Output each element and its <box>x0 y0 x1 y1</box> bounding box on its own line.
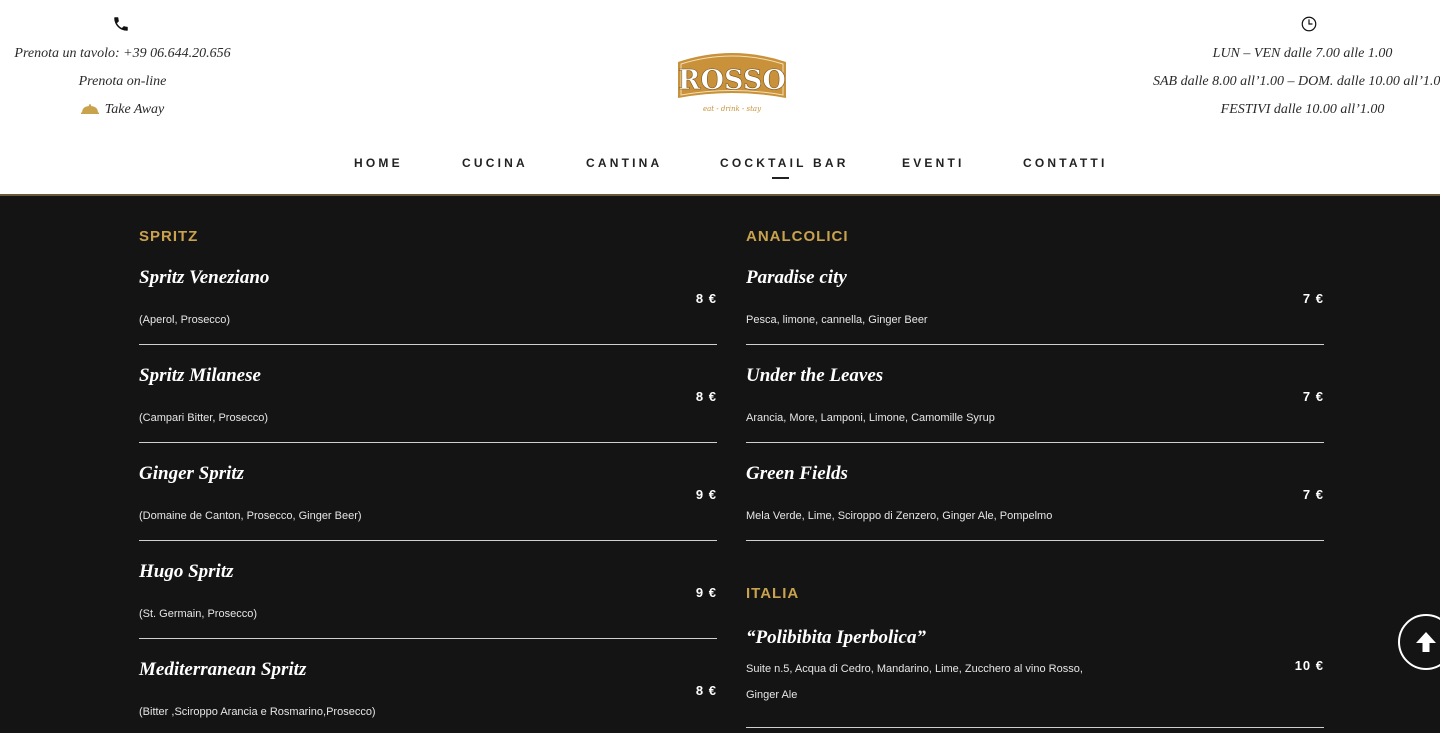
item-name: Spritz Milanese <box>139 365 261 386</box>
nav-home[interactable]: HOME <box>354 156 403 170</box>
item-description: (Campari Bitter, Prosecco) <box>139 412 268 424</box>
hours-holidays: FESTIVI dalle 10.00 all’1.00 <box>1220 102 1385 117</box>
hours-weekend: SAB dalle 8.00 all’1.00 – DOM. dalle 10.… <box>1153 74 1440 89</box>
menu-item: Spritz Veneziano (Aperol, Prosecco) 8 € <box>139 247 717 345</box>
section-title-italia: ITALIA <box>746 585 800 602</box>
takeaway-icon <box>80 104 99 114</box>
phone-reservation-link[interactable]: Prenota un tavolo: +39 06.644.20.656 <box>0 46 245 62</box>
nav-cucina[interactable]: CUCINA <box>462 156 528 170</box>
item-description: (Domaine de Canton, Prosecco, Ginger Bee… <box>139 510 362 522</box>
item-price: 7 € <box>1302 487 1324 502</box>
menu-item: Under the Leaves Arancia, More, Lamponi,… <box>746 345 1324 443</box>
item-description-line-1: Suite n.5, Acqua di Cedro, Mandarino, Li… <box>746 663 1083 675</box>
item-price: 9 € <box>695 487 717 502</box>
item-price: 8 € <box>695 389 717 404</box>
takeaway-label: Take Away <box>104 102 165 117</box>
phone-icon <box>114 17 128 31</box>
item-description: Mela Verde, Lime, Sciroppo di Zenzero, G… <box>746 510 1053 522</box>
item-name: Paradise city <box>746 267 847 288</box>
hours-weekdays: LUN – VEN dalle 7.00 alle 1.00 <box>1212 46 1393 61</box>
menu-item: Mediterranean Spritz (Bitter ,Sciroppo A… <box>139 639 717 733</box>
item-description: Pesca, limone, cannella, Ginger Beer <box>746 314 928 326</box>
menu-item: “Polibibita Iperbolica” Suite n.5, Acqua… <box>746 608 1324 728</box>
item-name: Ginger Spritz <box>139 463 245 484</box>
item-price: 9 € <box>695 585 717 600</box>
item-price: 7 € <box>1302 389 1324 404</box>
menu-item: Spritz Milanese (Campari Bitter, Prosecc… <box>139 345 717 443</box>
takeaway-link[interactable]: Take Away <box>0 102 245 118</box>
svg-text:ROSSO: ROSSO <box>678 65 786 96</box>
item-price: 10 € <box>1294 658 1324 673</box>
scroll-to-top-button[interactable] <box>1398 614 1440 670</box>
item-description-line-2: Ginger Ale <box>746 689 798 701</box>
online-reservation-link[interactable]: Prenota on-line <box>0 74 245 90</box>
active-nav-indicator <box>772 177 789 179</box>
item-name: Under the Leaves <box>746 365 884 386</box>
menu-item: Ginger Spritz (Domaine de Canton, Prosec… <box>139 443 717 541</box>
main-nav: HOME CUCINA CANTINA COCKTAIL BAR EVENTI … <box>0 156 1440 178</box>
menu-item: Paradise city Pesca, limone, cannella, G… <box>746 247 1324 345</box>
item-price: 8 € <box>695 291 717 306</box>
item-name: Spritz Veneziano <box>139 267 270 288</box>
item-description: (Bitter ,Sciroppo Arancia e Rosmarino,Pr… <box>139 706 376 718</box>
menu-item: Hugo Spritz (St. Germain, Prosecco) 9 € <box>139 541 717 639</box>
item-name: Mediterranean Spritz <box>139 659 307 680</box>
item-name: Hugo Spritz <box>139 561 234 582</box>
clock-icon <box>1301 16 1317 32</box>
site-header: Prenota un tavolo: +39 06.644.20.656 Pre… <box>0 0 1440 196</box>
nav-cocktail-bar[interactable]: COCKTAIL BAR <box>720 156 849 170</box>
item-name: “Polibibita Iperbolica” <box>746 627 926 648</box>
section-title-analcolici: ANALCOLICI <box>746 228 849 245</box>
item-name: Green Fields <box>746 463 848 484</box>
item-description: (Aperol, Prosecco) <box>139 314 231 326</box>
item-price: 7 € <box>1302 291 1324 306</box>
menu-item: Green Fields Mela Verde, Lime, Sciroppo … <box>746 443 1324 541</box>
nav-eventi[interactable]: EVENTI <box>902 156 965 170</box>
rosso-logo[interactable]: ROSSO eat - drink - stay <box>672 48 792 118</box>
nav-cantina[interactable]: CANTINA <box>586 156 662 170</box>
section-title-spritz: SPRITZ <box>139 228 199 245</box>
arrow-up-icon <box>1416 632 1436 652</box>
svg-text:eat - drink - stay: eat - drink - stay <box>703 105 762 113</box>
nav-contatti[interactable]: CONTATTI <box>1023 156 1107 170</box>
item-description: (St. Germain, Prosecco) <box>139 608 257 620</box>
item-description: Arancia, More, Lamponi, Limone, Camomill… <box>746 412 995 424</box>
item-price: 8 € <box>695 683 717 698</box>
